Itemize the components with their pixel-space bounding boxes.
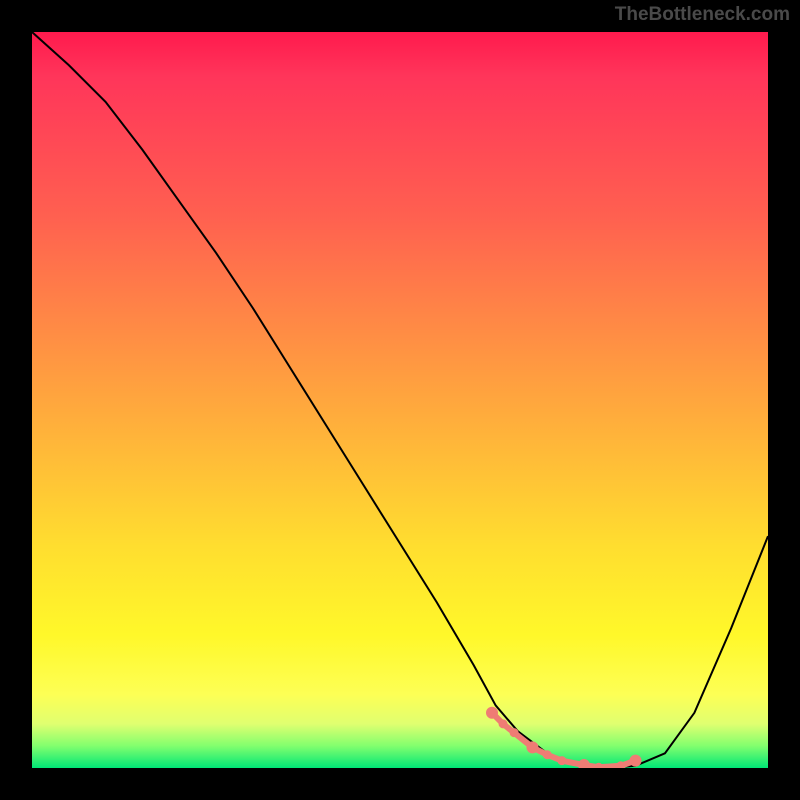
valley-marker-dot bbox=[526, 741, 538, 753]
valley-marker-dot bbox=[499, 719, 508, 728]
chart-plot-area bbox=[32, 32, 768, 768]
valley-marker-dot bbox=[578, 759, 590, 768]
valley-marker-dot bbox=[543, 750, 552, 759]
valley-marker-dot bbox=[630, 755, 642, 767]
valley-marker-dot bbox=[557, 756, 566, 765]
attribution-text: TheBottleneck.com bbox=[615, 4, 790, 26]
valley-marker-dot bbox=[510, 728, 519, 737]
valley-marker-dot bbox=[486, 707, 498, 719]
bottleneck-curve-line bbox=[32, 32, 768, 768]
chart-svg bbox=[32, 32, 768, 768]
valley-markers bbox=[486, 707, 642, 768]
valley-marker-dot bbox=[594, 763, 603, 768]
